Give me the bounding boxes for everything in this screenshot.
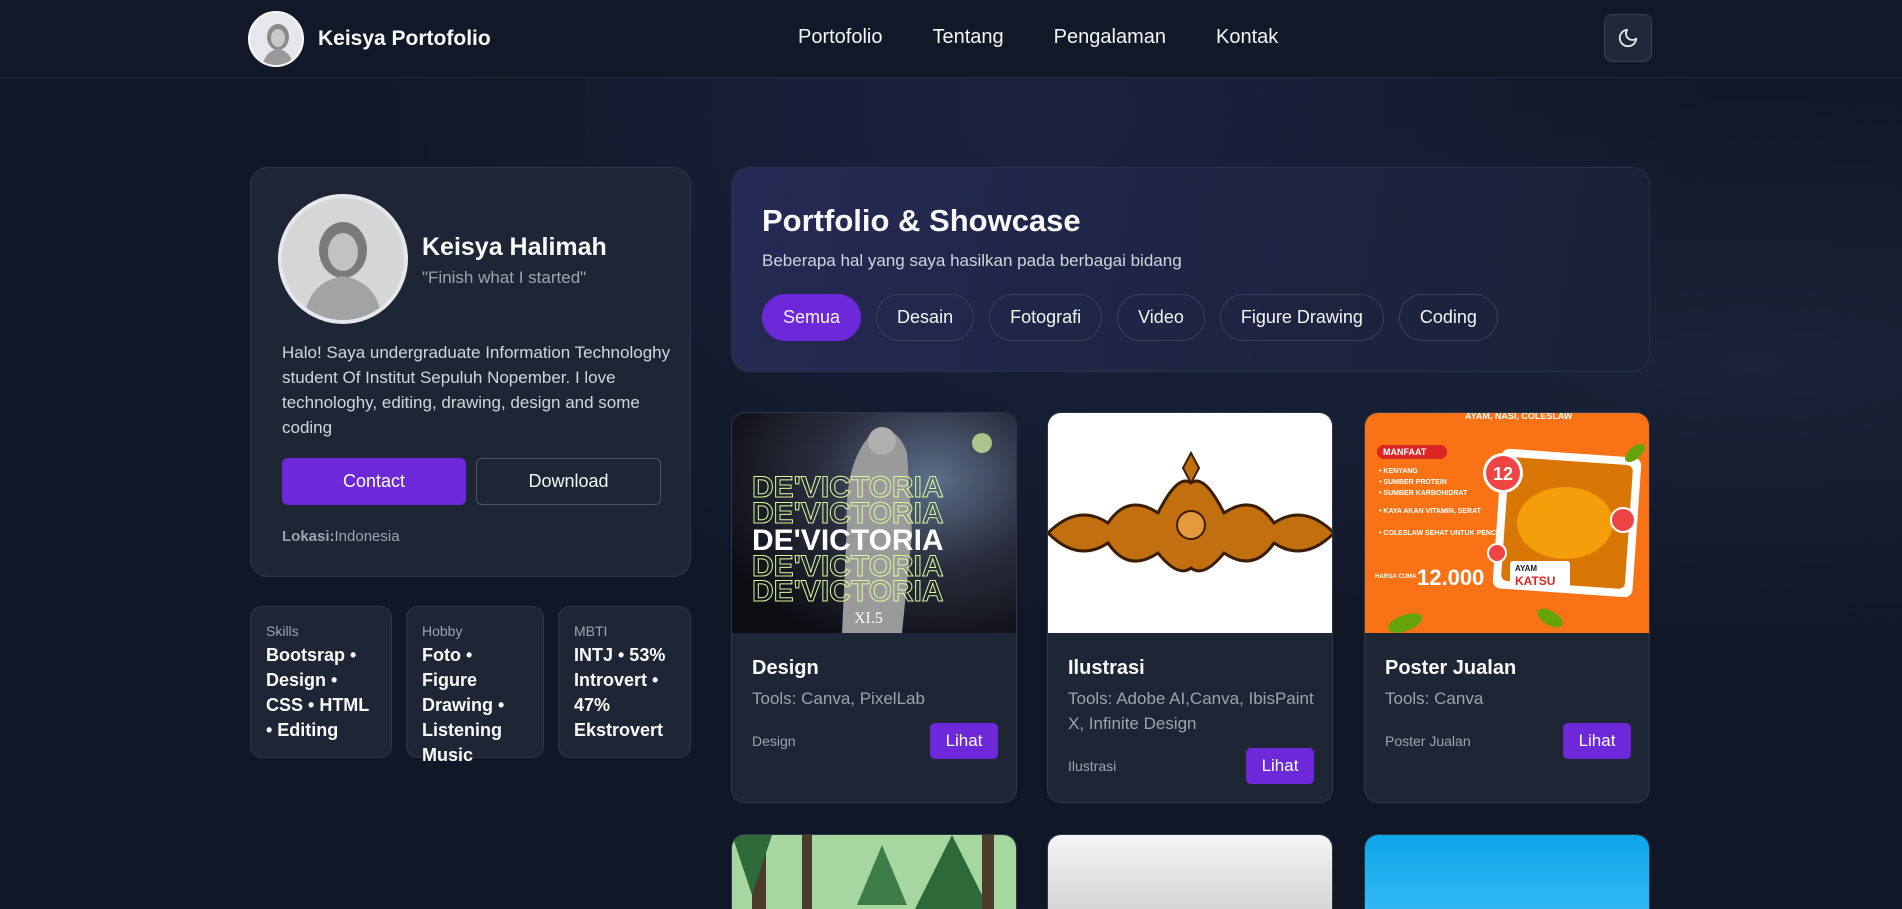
filter-coding[interactable]: Coding bbox=[1398, 294, 1498, 341]
filter-fotografi[interactable]: Fotografi bbox=[989, 294, 1103, 341]
filter-video[interactable]: Video bbox=[1117, 294, 1205, 341]
download-button[interactable]: Download bbox=[476, 458, 661, 505]
filter-desain[interactable]: Desain bbox=[876, 294, 975, 341]
portfolio-card-design: DE'VICTORIA DE'VICTORIA DE'VICTORIA DE'V… bbox=[731, 412, 1017, 803]
info-box-hobby: Hobby Foto • Figure Drawing • Listening … bbox=[406, 606, 544, 765]
portfolio-header: Portfolio & Showcase Beberapa hal yang s… bbox=[731, 167, 1650, 372]
filter-figure-drawing[interactable]: Figure Drawing bbox=[1219, 294, 1384, 341]
theme-toggle-button[interactable] bbox=[1604, 14, 1652, 62]
filter-semua[interactable]: Semua bbox=[762, 294, 862, 341]
poster-name-top: AYAM bbox=[1515, 564, 1537, 573]
view-button[interactable]: Lihat bbox=[930, 723, 998, 759]
poster-price: 12.000 bbox=[1417, 565, 1484, 590]
card-tools: Tools: Canva, PixelLab bbox=[752, 689, 925, 708]
card-image-poster: AYAM, NASI, COLESLAW MANFAAT • KENYANG •… bbox=[1365, 413, 1649, 633]
contact-button[interactable]: Contact bbox=[282, 458, 466, 505]
portfolio-title: Portfolio & Showcase bbox=[762, 203, 1081, 238]
profile-location: Lokasi:Indonesia bbox=[282, 528, 400, 545]
profile-avatar bbox=[278, 194, 408, 324]
card-title: Poster Jualan bbox=[1385, 657, 1517, 679]
brand-avatar bbox=[248, 11, 304, 67]
portfolio-card-partial bbox=[1364, 834, 1650, 909]
filter-bar: Semua Desain Fotografi Video Figure Draw… bbox=[762, 294, 1498, 341]
location-value: Indonesia bbox=[334, 528, 400, 545]
info-label: MBTI bbox=[574, 623, 608, 639]
card-image-ilustrasi bbox=[1048, 413, 1332, 633]
poster-price-label: HARGA CUMA bbox=[1375, 574, 1417, 580]
poster-heading: MANFAAT bbox=[1383, 447, 1427, 457]
location-label: Lokasi: bbox=[282, 528, 335, 545]
profile-quote: "Finish what I started" bbox=[422, 268, 587, 287]
portfolio-subtitle: Beberapa hal yang saya hasilkan pada ber… bbox=[762, 251, 1182, 270]
design-image-title: DE'VICTORIA bbox=[752, 524, 944, 557]
info-label: Skills bbox=[266, 623, 299, 639]
brand[interactable]: Keisya Portofolio bbox=[248, 11, 491, 67]
card-tools: Tools: Adobe AI,Canva, IbisPaint X, Infi… bbox=[1068, 689, 1314, 733]
nav-link-portofolio[interactable]: Portofolio bbox=[798, 26, 883, 49]
profile-name: Keisya Halimah bbox=[422, 233, 607, 261]
view-button[interactable]: Lihat bbox=[1563, 723, 1631, 759]
moon-icon bbox=[1618, 28, 1638, 48]
nav-links: Portofolio Tentang Pengalaman Kontak bbox=[798, 26, 1278, 49]
portfolio-card-poster-jualan: AYAM, NASI, COLESLAW MANFAAT • KENYANG •… bbox=[1364, 412, 1650, 803]
poster-item: • SUMBER KARBOHIDRAT bbox=[1379, 490, 1468, 497]
card-title: Ilustrasi bbox=[1068, 657, 1145, 679]
card-title: Design bbox=[752, 657, 819, 679]
card-category: Poster Jualan bbox=[1385, 733, 1471, 749]
portfolio-card-ilustrasi: Ilustrasi Tools: Adobe AI,Canva, IbisPai… bbox=[1047, 412, 1333, 803]
poster-badge: 12 bbox=[1493, 464, 1513, 484]
profile-bio: Halo! Saya undergraduate Information Tec… bbox=[282, 343, 671, 437]
info-value: Foto • Figure Drawing • Listening Music bbox=[422, 645, 505, 765]
profile-card: Keisya Halimah "Finish what I started" H… bbox=[250, 167, 691, 577]
portfolio-card-partial bbox=[1047, 834, 1333, 909]
svg-text:DE'VICTORIA: DE'VICTORIA bbox=[752, 575, 944, 608]
poster-item: • KAYA AKAN VITAMIN, SERAT bbox=[1379, 508, 1482, 515]
info-box-skills: Skills Bootsrap • Design • CSS • HTML • … bbox=[250, 606, 392, 758]
info-label: Hobby bbox=[422, 623, 463, 639]
nav-link-tentang[interactable]: Tentang bbox=[933, 26, 1004, 49]
brand-name: Keisya Portofolio bbox=[318, 27, 491, 50]
info-value: INTJ • 53% Introvert • 47% Ekstrovert bbox=[574, 645, 666, 740]
poster-name: KATSU bbox=[1515, 574, 1555, 588]
poster-item: • KENYANG bbox=[1379, 468, 1418, 475]
card-image-design: DE'VICTORIA DE'VICTORIA DE'VICTORIA DE'V… bbox=[732, 413, 1016, 633]
portfolio-card-partial bbox=[731, 834, 1017, 909]
nav-link-pengalaman[interactable]: Pengalaman bbox=[1054, 26, 1166, 49]
nav-link-kontak[interactable]: Kontak bbox=[1216, 26, 1278, 49]
design-image-caption: XI.5 bbox=[854, 610, 883, 627]
poster-item: • SUMBER PROTEIN bbox=[1379, 479, 1447, 486]
poster-top-text: AYAM, NASI, COLESLAW bbox=[1465, 413, 1573, 421]
card-category: Ilustrasi bbox=[1068, 758, 1117, 774]
card-category: Design bbox=[752, 733, 796, 749]
view-button[interactable]: Lihat bbox=[1246, 748, 1314, 784]
info-value: Bootsrap • Design • CSS • HTML • Editing bbox=[266, 645, 369, 740]
navbar: Keisya Portofolio Portofolio Tentang Pen… bbox=[0, 0, 1902, 78]
info-box-mbti: MBTI INTJ • 53% Introvert • 47% Ekstrove… bbox=[558, 606, 691, 758]
card-tools: Tools: Canva bbox=[1385, 689, 1484, 708]
